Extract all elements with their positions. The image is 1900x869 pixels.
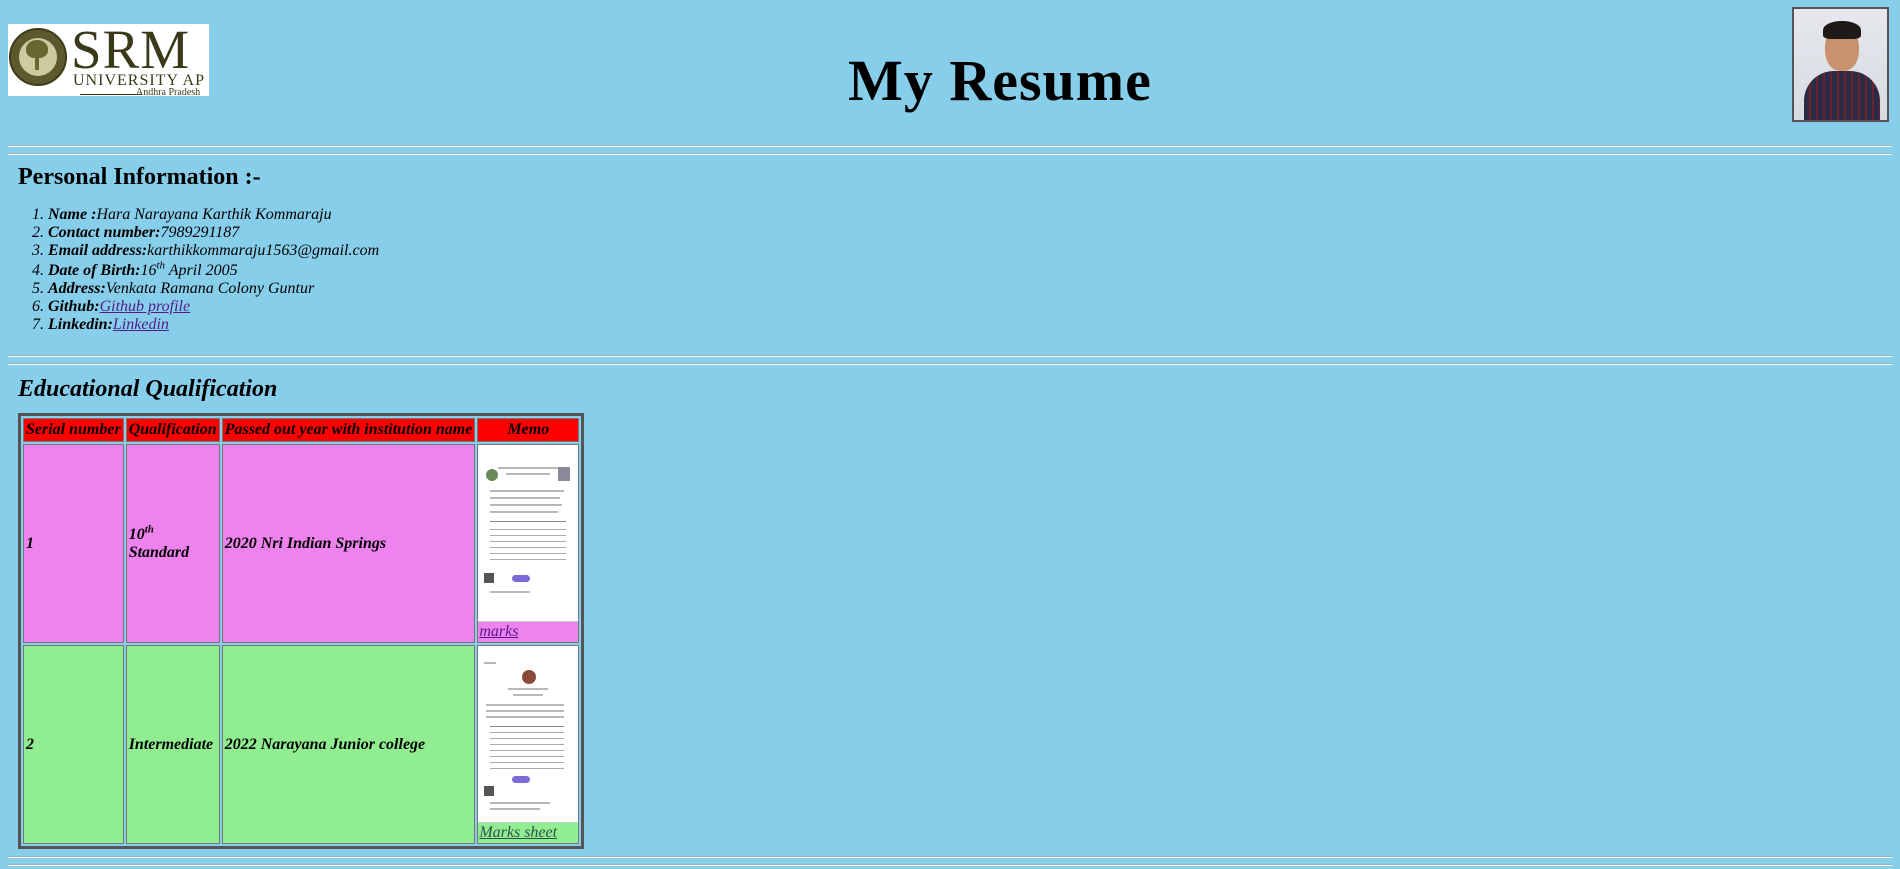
divider bbox=[8, 145, 1892, 147]
col-institution: Passed out year with institution name bbox=[221, 418, 476, 442]
table-row: 2 Intermediate 2022 Narayana Junior coll… bbox=[23, 645, 580, 844]
personal-info-list: Name :Hara Narayana Karthik Kommaraju Co… bbox=[30, 206, 379, 334]
cell-institution: 2022 Narayana Junior college bbox=[221, 645, 476, 844]
table-row: 1 10th Standard 2020 Nri Indian Springs bbox=[23, 444, 580, 643]
info-value: 7989291187 bbox=[160, 224, 240, 241]
github-profile-link[interactable]: Github profile bbox=[100, 298, 191, 315]
marks-sheet-link[interactable]: Marks sheet bbox=[478, 823, 578, 843]
cell-memo: marks bbox=[477, 444, 580, 643]
info-contact: Contact number:7989291187 bbox=[48, 224, 379, 242]
info-value: Venkata Ramana Colony Guntur bbox=[105, 280, 315, 297]
info-value: 16 bbox=[140, 262, 157, 279]
divider bbox=[8, 856, 1892, 858]
tree-trunk bbox=[35, 56, 39, 70]
info-email: Email address:karthikkommaraju1563@gmail… bbox=[48, 242, 379, 260]
personal-info-heading: Personal Information :- bbox=[18, 164, 261, 190]
info-value: karthikkommaraju1563@gmail.com bbox=[147, 242, 380, 259]
info-name: Name :Hara Narayana Karthik Kommaraju bbox=[48, 206, 379, 224]
qual-text: Standard bbox=[128, 543, 190, 561]
cell-qualification: Intermediate bbox=[125, 645, 220, 844]
page-title: My Resume bbox=[848, 48, 1152, 113]
profile-photo bbox=[1792, 7, 1889, 122]
info-label: Email address: bbox=[48, 242, 148, 259]
photo-shirt bbox=[1804, 71, 1880, 120]
marks-memo-image[interactable] bbox=[478, 445, 579, 622]
qual-sup: th bbox=[144, 523, 154, 536]
divider bbox=[8, 363, 1892, 365]
col-memo: Memo bbox=[477, 418, 580, 442]
info-dob: Date of Birth:16th April 2005 bbox=[48, 259, 379, 280]
info-label: Contact number: bbox=[48, 224, 161, 241]
education-table: Serial number Qualification Passed out y… bbox=[18, 413, 585, 849]
marks-link[interactable]: marks bbox=[478, 622, 578, 642]
cell-memo: Marks sheet bbox=[477, 645, 580, 844]
info-value: April 2005 bbox=[165, 262, 238, 279]
col-serial-number: Serial number bbox=[23, 418, 124, 442]
info-label: Linkedin: bbox=[48, 316, 113, 333]
divider bbox=[8, 355, 1892, 357]
divider bbox=[8, 864, 1892, 866]
info-value: Hara Narayana Karthik Kommaraju bbox=[96, 206, 332, 223]
cell-institution: 2020 Nri Indian Springs bbox=[221, 444, 476, 643]
marks-sheet-image[interactable] bbox=[478, 646, 579, 823]
info-address: Address:Venkata Ramana Colony Guntur bbox=[48, 280, 379, 298]
divider bbox=[8, 153, 1892, 155]
cell-serial: 2 bbox=[23, 645, 124, 844]
info-linkedin: Linkedin:Linkedin bbox=[48, 316, 379, 334]
info-label: Name : bbox=[48, 206, 97, 223]
table-header-row: Serial number Qualification Passed out y… bbox=[23, 418, 580, 442]
info-value-sup: th bbox=[156, 259, 166, 272]
info-label: Address: bbox=[48, 280, 106, 297]
info-github: Github:Github profile bbox=[48, 298, 379, 316]
education-heading: Educational Qualification bbox=[18, 376, 278, 402]
info-label: Github: bbox=[48, 298, 100, 315]
cell-serial: 1 bbox=[23, 444, 124, 643]
linkedin-link[interactable]: Linkedin bbox=[113, 316, 169, 333]
qual-text: 10 bbox=[128, 525, 145, 543]
photo-hair bbox=[1823, 21, 1861, 39]
info-label: Date of Birth: bbox=[48, 262, 141, 279]
col-qualification: Qualification bbox=[125, 418, 220, 442]
cell-qualification: 10th Standard bbox=[125, 444, 220, 643]
